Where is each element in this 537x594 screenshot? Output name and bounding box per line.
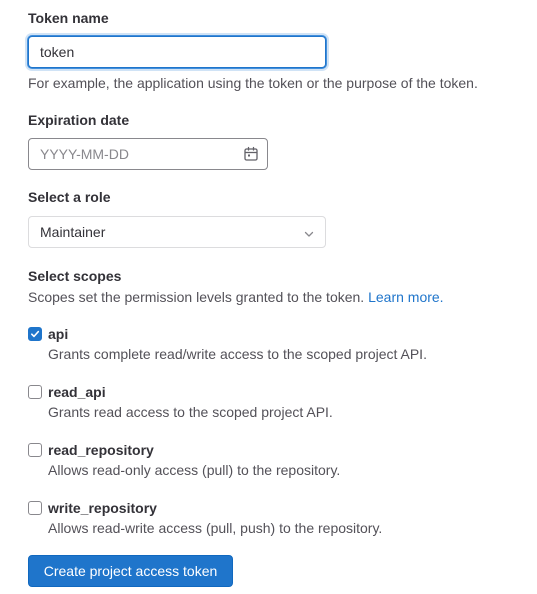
scope-checkbox-read-repository[interactable] <box>28 443 42 457</box>
role-select[interactable]: Maintainer <box>28 216 326 248</box>
scopes-label: Select scopes <box>28 268 122 284</box>
scope-description: Grants read access to the scoped project… <box>48 404 333 420</box>
token-name-input[interactable] <box>28 36 326 68</box>
scope-description: Allows read-only access (pull) to the re… <box>48 462 341 478</box>
scope-description: Grants complete read/write access to the… <box>48 346 427 362</box>
chevron-down-icon <box>303 227 315 239</box>
scope-checkbox-read-api[interactable] <box>28 385 42 399</box>
role-label: Select a role <box>28 189 111 205</box>
scope-name[interactable]: read_api <box>48 383 106 401</box>
expiration-date-label: Expiration date <box>28 112 130 128</box>
scope-checkbox-api[interactable] <box>28 327 42 341</box>
scope-name[interactable]: api <box>48 325 68 343</box>
token-name-help: For example, the application using the t… <box>28 75 478 91</box>
scopes-help-text: Scopes set the permission levels granted… <box>28 289 365 305</box>
learn-more-link[interactable]: Learn more. <box>368 289 443 305</box>
scope-name[interactable]: read_repository <box>48 441 154 459</box>
scope-checkbox-write-repository[interactable] <box>28 501 42 515</box>
scope-name[interactable]: write_repository <box>48 499 157 517</box>
token-name-label: Token name <box>28 10 109 26</box>
scope-description: Allows read-write access (pull, push) to… <box>48 520 383 536</box>
expiration-date-input[interactable] <box>29 139 251 169</box>
scopes-help: Scopes set the permission levels granted… <box>28 288 444 306</box>
calendar-icon[interactable] <box>243 146 259 162</box>
role-selected-value: Maintainer <box>40 224 106 240</box>
expiration-date-field[interactable] <box>28 138 268 170</box>
create-project-access-token-button[interactable]: Create project access token <box>28 555 233 587</box>
